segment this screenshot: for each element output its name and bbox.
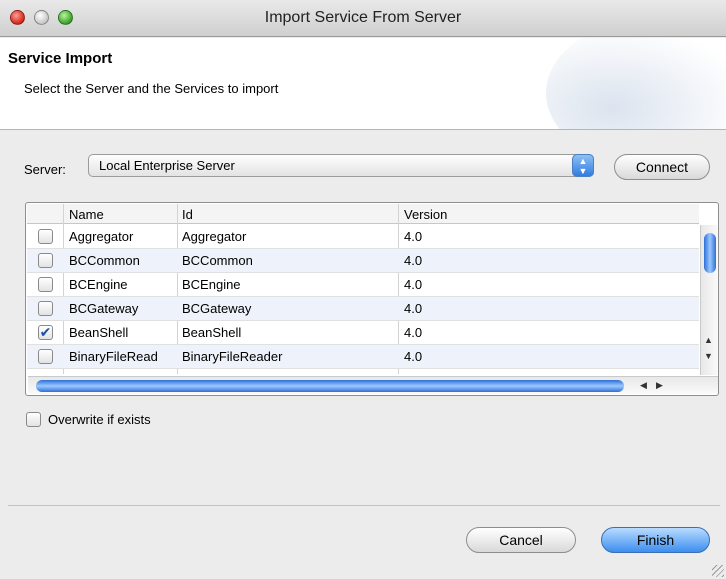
server-select[interactable]: Local Enterprise Server ▲ ▼ xyxy=(88,154,594,177)
table-row[interactable]: BinaryFileRead BinaryFileReader 4.0 xyxy=(27,345,699,369)
cell-id: BCGateway xyxy=(182,301,252,316)
overwrite-checkbox[interactable] xyxy=(26,412,41,427)
connect-button[interactable]: Connect xyxy=(614,154,710,180)
table-header: Name Id Version xyxy=(27,204,699,224)
cell-id: BinaryFileReader xyxy=(182,349,283,364)
server-label: Server: xyxy=(24,162,66,177)
cell-name: BinaryFileRead xyxy=(69,349,158,364)
cell-version: 4.0 xyxy=(404,349,423,364)
row-checkbox[interactable] xyxy=(38,277,53,292)
column-header-version[interactable]: Version xyxy=(404,207,447,222)
window-title: Import Service From Server xyxy=(264,9,462,26)
row-checkbox[interactable] xyxy=(38,253,53,268)
overwrite-label: Overwrite if exists xyxy=(48,412,151,427)
scroll-left-icon[interactable]: ◀ xyxy=(640,380,647,391)
scroll-right-icon[interactable]: ▶ xyxy=(656,380,663,391)
chevron-updown-icon[interactable]: ▲ ▼ xyxy=(572,154,594,177)
cell-version: 4.0 xyxy=(404,325,423,340)
table-row[interactable]: BCGateway BCGateway 4.0 xyxy=(27,297,699,321)
cell-id: BCCommon xyxy=(182,253,253,268)
services-table: Name Id Version Aggregator Aggregator 4.0 B… xyxy=(25,202,719,396)
cell-version: 4.0 xyxy=(404,229,423,244)
cell-name: BeanShell xyxy=(69,325,129,340)
column-header-name[interactable]: Name xyxy=(69,207,104,222)
finish-button[interactable]: Finish xyxy=(601,527,710,553)
cell-version: 4.0 xyxy=(404,253,423,268)
resize-grip-icon[interactable] xyxy=(712,565,724,577)
cell-id: BeanShell xyxy=(182,325,242,340)
row-checkbox[interactable] xyxy=(38,301,53,316)
cancel-button[interactable]: Cancel xyxy=(466,527,576,553)
scroll-down-icon[interactable]: ▼ xyxy=(704,351,713,361)
banner-title: Service Import xyxy=(8,50,113,67)
table-row[interactable]: BCCommon BCCommon 4.0 xyxy=(27,249,699,273)
cell-version: 4.0 xyxy=(404,301,423,316)
cell-id: Aggregator xyxy=(182,229,247,244)
cell-version: 4.0 xyxy=(404,277,423,292)
row-checkbox[interactable] xyxy=(38,229,53,244)
row-checkbox[interactable]: ✔ xyxy=(38,325,53,340)
cell-name: Aggregator xyxy=(69,229,134,244)
table-row[interactable]: ✔ BeanShell BeanShell 4.0 xyxy=(27,321,699,345)
horizontal-scroll-thumb[interactable] xyxy=(36,380,624,392)
scroll-up-icon[interactable]: ▲ xyxy=(704,335,713,345)
row-checkbox[interactable] xyxy=(38,349,53,364)
cell-name: BCCommon xyxy=(69,253,140,268)
horizontal-scrollbar[interactable]: ◀ ▶ xyxy=(28,376,718,394)
wizard-banner: Service Import Select the Server and the… xyxy=(0,38,726,130)
table-row[interactable]: BCEngine BCEngine 4.0 xyxy=(27,273,699,297)
vertical-scroll-thumb[interactable] xyxy=(704,233,716,273)
cell-name: BCEngine xyxy=(69,277,128,292)
cell-name: BCGateway xyxy=(69,301,139,316)
server-select-value: Local Enterprise Server xyxy=(99,158,235,173)
footer-divider xyxy=(8,505,720,506)
title-bar: Import Service From Server xyxy=(0,0,726,37)
checkmark-icon: ✔ xyxy=(39,324,52,340)
column-header-id[interactable]: Id xyxy=(182,207,193,222)
vertical-scrollbar[interactable]: ▲ ▼ xyxy=(700,225,718,375)
cell-id: BCEngine xyxy=(182,277,241,292)
table-row[interactable]: Aggregator Aggregator 4.0 xyxy=(27,225,699,249)
banner-description: Select the Server and the Services to im… xyxy=(24,81,279,96)
banner-graphic xyxy=(546,38,726,129)
